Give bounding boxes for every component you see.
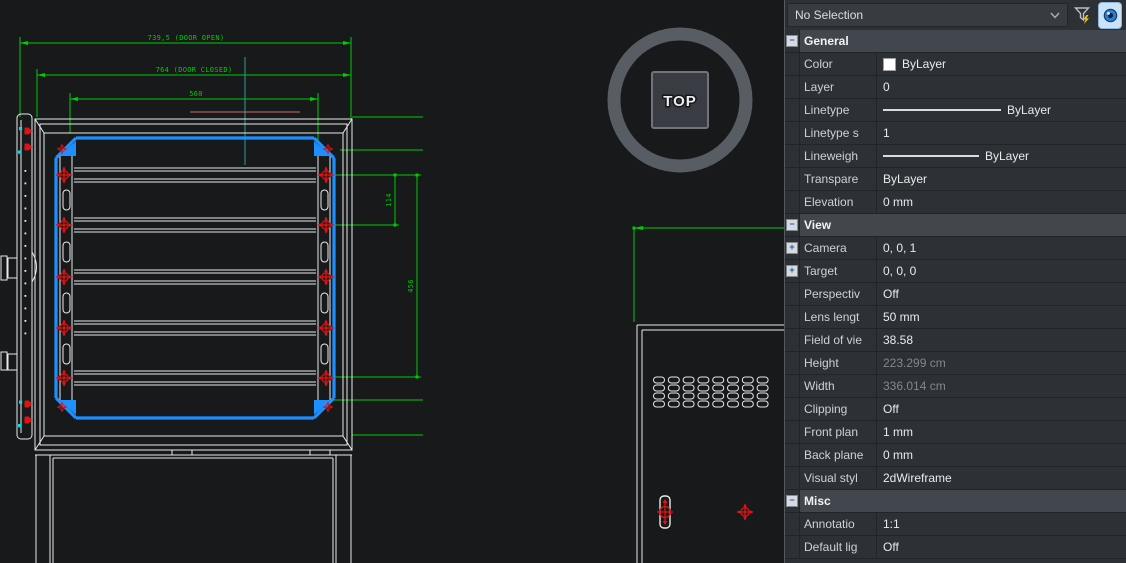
dim-inner-width: 560 [189, 90, 203, 98]
property-row-linetype-s[interactable]: Linetype s1 [785, 122, 1126, 145]
property-label: Target [799, 260, 876, 282]
property-row-lineweigh[interactable]: LineweighByLayer [785, 145, 1126, 168]
selection-dropdown-value: No Selection [795, 8, 863, 22]
property-label: Lens lengt [799, 306, 876, 328]
cabinet-front-view [1, 114, 352, 563]
property-value[interactable]: 1 [876, 122, 1126, 144]
property-row-clipping[interactable]: ClippingOff [785, 398, 1126, 421]
property-label: Layer [799, 76, 876, 98]
collapse-icon[interactable]: − [786, 219, 798, 231]
property-value[interactable]: ByLayer [876, 53, 1126, 75]
dim-shelf-pitch: 114 [385, 193, 393, 207]
property-value[interactable]: 0, 0, 0 [876, 260, 1126, 282]
property-label: Camera [799, 237, 876, 259]
property-label: Annotatio [799, 513, 876, 535]
property-row-height[interactable]: Height223.299 cm [785, 352, 1126, 375]
drawing-canvas[interactable]: 739,5 (DOOR OPEN) 764 (DOOR CLOSED) 560 … [0, 0, 784, 563]
property-label: Perspectiv [799, 283, 876, 305]
property-value[interactable]: 2dWireframe [876, 467, 1126, 489]
clamp-symbol [657, 496, 673, 528]
property-value[interactable]: 1 mm [876, 421, 1126, 443]
vent-slot-grid [654, 377, 769, 407]
properties-panel: No Selection −GeneralColorByLayerLayer0L… [784, 0, 1126, 563]
property-value[interactable]: 50 mm [876, 306, 1126, 328]
property-row-field-of-vie[interactable]: Field of vie38.58 [785, 329, 1126, 352]
property-row-transpare[interactable]: TranspareByLayer [785, 168, 1126, 191]
property-value: 223.299 cm [876, 352, 1126, 374]
property-row-back-plane[interactable]: Back plane0 mm [785, 444, 1126, 467]
property-row-visual-styl[interactable]: Visual styl2dWireframe [785, 467, 1126, 490]
property-label: Clipping [799, 398, 876, 420]
expand-icon[interactable]: + [786, 265, 798, 277]
property-label: Linetype s [799, 122, 876, 144]
selected-opening-polyline[interactable] [56, 138, 334, 418]
dim-door-closed: 764 (DOOR CLOSED) [156, 66, 233, 74]
hinge-markers [18, 127, 33, 427]
color-swatch [883, 58, 896, 71]
dim-door-open: 739,5 (DOOR OPEN) [148, 34, 225, 42]
section-header-view[interactable]: −View [785, 214, 1126, 237]
target-symbol [737, 504, 754, 521]
selection-filter-button[interactable] [1073, 3, 1093, 27]
property-label: Field of vie [799, 329, 876, 351]
property-value[interactable]: ByLayer [876, 168, 1126, 190]
property-row-layer[interactable]: Layer0 [785, 76, 1126, 99]
quick-properties-eye-button[interactable] [1098, 2, 1122, 29]
expand-icon[interactable]: + [786, 242, 798, 254]
dim-shelf-span: 456 [407, 279, 415, 293]
property-row-lens-lengt[interactable]: Lens lengt50 mm [785, 306, 1126, 329]
filter-lightning-icon [1073, 6, 1093, 25]
front-view-dimensions: 739,5 (DOOR OPEN) 764 (DOOR CLOSED) 560 … [20, 34, 423, 435]
property-value[interactable]: Off [876, 398, 1126, 420]
property-value: 336.014 cm [876, 375, 1126, 397]
lookfrom-top-widget[interactable]: TOP [614, 34, 746, 166]
property-label: Transpare [799, 168, 876, 190]
property-label: Front plan [799, 421, 876, 443]
linetype-preview [883, 155, 979, 157]
property-value[interactable]: 38.58 [876, 329, 1126, 351]
property-label: Elevation [799, 191, 876, 213]
property-row-perspectiv[interactable]: PerspectivOff [785, 283, 1126, 306]
property-label: Width [799, 375, 876, 397]
property-row-linetype[interactable]: LinetypeByLayer [785, 99, 1126, 122]
property-row-annotatio[interactable]: Annotatio1:1 [785, 513, 1126, 536]
property-label: Color [799, 53, 876, 75]
property-row-camera[interactable]: +Camera0, 0, 1 [785, 237, 1126, 260]
property-value[interactable]: 0 mm [876, 444, 1126, 466]
property-label: Height [799, 352, 876, 374]
property-value[interactable]: 0 mm [876, 191, 1126, 213]
property-value[interactable]: ByLayer [876, 145, 1126, 167]
collapse-icon[interactable]: − [786, 495, 798, 507]
property-row-target[interactable]: +Target0, 0, 0 [785, 260, 1126, 283]
property-label: Default lig [799, 536, 876, 558]
properties-grid: −GeneralColorByLayerLayer0LinetypeByLaye… [785, 30, 1126, 559]
collapse-icon[interactable]: − [786, 35, 798, 47]
property-label: Linetype [799, 99, 876, 121]
property-value[interactable]: 0, 0, 1 [876, 237, 1126, 259]
property-value[interactable]: Off [876, 536, 1126, 558]
side-view [633, 226, 785, 563]
properties-topbar: No Selection [785, 0, 1126, 30]
shelf-fixing-targets [56, 144, 335, 413]
property-row-default-lig[interactable]: Default ligOff [785, 536, 1126, 559]
section-header-general[interactable]: −General [785, 30, 1126, 53]
eye-icon [1102, 8, 1119, 23]
property-value[interactable]: ByLayer [876, 99, 1126, 121]
property-label: Lineweigh [799, 145, 876, 167]
linetype-preview [883, 109, 1001, 111]
property-row-front-plan[interactable]: Front plan1 mm [785, 421, 1126, 444]
cad-app-window: 739,5 (DOOR OPEN) 764 (DOOR CLOSED) 560 … [0, 0, 1126, 563]
property-row-color[interactable]: ColorByLayer [785, 53, 1126, 76]
property-row-elevation[interactable]: Elevation0 mm [785, 191, 1126, 214]
property-label: Back plane [799, 444, 876, 466]
section-header-misc[interactable]: −Misc [785, 490, 1126, 513]
property-value[interactable]: Off [876, 283, 1126, 305]
property-value[interactable]: 1:1 [876, 513, 1126, 535]
property-value[interactable]: 0 [876, 76, 1126, 98]
property-label: Visual styl [799, 467, 876, 489]
chevron-down-icon [1050, 12, 1060, 19]
property-row-width[interactable]: Width336.014 cm [785, 375, 1126, 398]
top-view-label: TOP [663, 93, 697, 110]
selection-dropdown[interactable]: No Selection [787, 3, 1068, 27]
